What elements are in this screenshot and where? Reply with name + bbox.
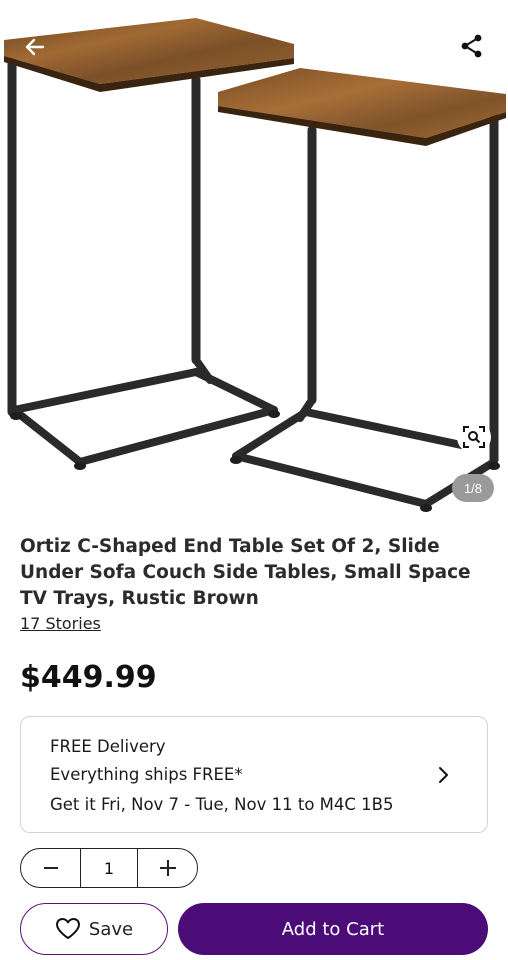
quantity-decrease-button[interactable] — [21, 849, 80, 887]
product-image — [4, 18, 506, 512]
minus-icon — [43, 867, 58, 869]
delivery-ships-free: Everything ships FREE* — [50, 765, 243, 784]
image-counter: 1/8 — [452, 474, 494, 502]
zoom-button[interactable] — [457, 420, 491, 454]
quantity-increase-button[interactable] — [138, 849, 197, 887]
save-label: Save — [88, 918, 134, 940]
save-button[interactable]: Save — [20, 903, 168, 955]
back-button[interactable] — [18, 30, 52, 64]
quantity-stepper[interactable]: 1 — [20, 848, 198, 888]
share-icon — [461, 34, 482, 58]
add-to-cart-button[interactable]: Add to Cart — [178, 903, 488, 955]
product-title: Ortiz C-Shaped End Table Set Of 2, Slide… — [20, 536, 471, 609]
quantity-value[interactable]: 1 — [80, 849, 138, 887]
share-button[interactable] — [456, 30, 488, 62]
plus-icon — [159, 860, 176, 876]
delivery-info-card[interactable]: FREE Delivery Everything ships FREE* Get… — [20, 716, 488, 833]
heart-icon — [55, 918, 80, 939]
brand-link[interactable]: 17 Stories — [20, 614, 101, 633]
product-price: $449.99 — [20, 660, 157, 695]
arrow-left-icon — [25, 38, 45, 56]
delivery-estimate: Get it Fri, Nov 7 - Tue, Nov 11 to M4C 1… — [50, 795, 394, 814]
product-image-gallery[interactable]: 1/8 — [0, 0, 508, 518]
add-to-cart-label: Add to Cart — [281, 918, 385, 940]
delivery-free-label: FREE Delivery — [50, 737, 166, 756]
chevron-right-icon — [439, 767, 448, 783]
zoom-search-icon — [463, 426, 485, 448]
